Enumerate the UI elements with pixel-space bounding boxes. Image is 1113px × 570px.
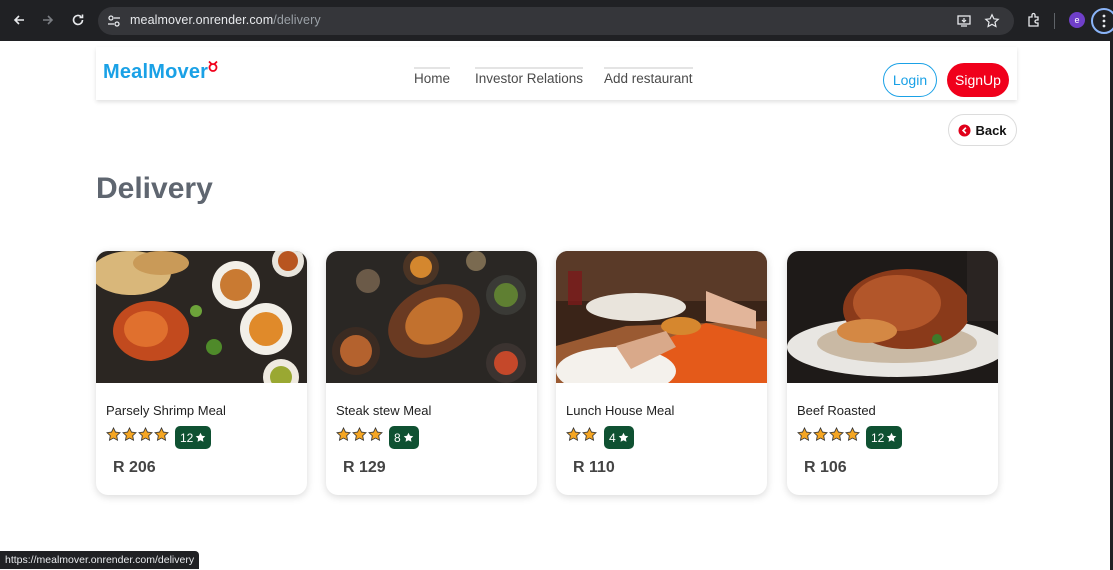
meal-title: Beef Roasted (797, 403, 876, 418)
meal-card[interactable]: Beef Roasted 12 R 106 (787, 251, 998, 495)
profile-avatar[interactable]: e (1069, 12, 1085, 28)
rating-star-icon (138, 427, 153, 442)
rating-star-icon (106, 427, 121, 442)
rating-star-icon (845, 427, 860, 442)
rating-stars (336, 427, 383, 442)
url-path: /delivery (273, 13, 321, 27)
signup-button[interactable]: SignUp (947, 63, 1009, 97)
meal-price: R 110 (573, 459, 615, 476)
rating-star-icon (368, 427, 383, 442)
star-icon (403, 432, 413, 442)
url-host: mealmover.onrender.com (130, 13, 274, 27)
nav-link-home[interactable]: Home (414, 67, 451, 86)
rating-star-icon (582, 427, 597, 442)
meal-card[interactable]: Steak stew Meal 8 R 129 (326, 251, 537, 495)
rating-stars (566, 427, 597, 442)
rating-star-icon (566, 427, 581, 442)
star-icon (618, 432, 628, 442)
review-count: 12 (180, 430, 194, 445)
page-title: Delivery (96, 172, 213, 205)
reload-icon[interactable] (67, 9, 89, 31)
rating-star-icon (154, 427, 169, 442)
site-logo[interactable]: MealMover (103, 61, 208, 84)
meal-price: R 106 (804, 459, 847, 476)
toolbar-divider (1054, 13, 1055, 29)
rating-star-icon (352, 427, 367, 442)
review-count: 8 (394, 430, 401, 445)
site-info-icon[interactable] (106, 13, 122, 29)
page-content: MealMover Home Investor Relations Add re… (0, 41, 1113, 570)
meal-photo (326, 251, 537, 383)
rating-star-icon (813, 427, 828, 442)
meal-price: R 129 (343, 459, 386, 476)
site-navbar: MealMover Home Investor Relations Add re… (96, 47, 1017, 100)
login-button[interactable]: Login (883, 63, 937, 97)
review-count-badge: 4 (604, 426, 634, 449)
star-icon (196, 432, 206, 442)
rating-stars (797, 427, 860, 442)
url-text[interactable]: mealmover.onrender.com/delivery (130, 13, 321, 27)
review-count: 12 (871, 430, 885, 445)
meal-title: Steak stew Meal (336, 403, 432, 418)
meal-card[interactable]: Parsely Shrimp Meal 12 R 206 (96, 251, 307, 495)
star-icon (887, 432, 897, 442)
rating-stars (106, 427, 169, 442)
review-count-badge: 8 (389, 426, 419, 449)
meal-title: Lunch House Meal (566, 403, 675, 418)
address-bar[interactable]: mealmover.onrender.com/delivery (98, 7, 1014, 35)
browser-toolbar: mealmover.onrender.com/delivery e (0, 0, 1113, 41)
nav-link-investor-relations[interactable]: Investor Relations (475, 67, 584, 86)
browser-menu-icon[interactable] (1091, 8, 1113, 34)
bookmark-star-icon[interactable] (984, 13, 1000, 29)
circle-arrow-left-icon (958, 123, 971, 137)
meal-photo (96, 251, 307, 383)
meal-photo (787, 251, 998, 383)
review-count: 4 (609, 430, 616, 445)
meal-price: R 206 (113, 459, 156, 476)
review-count-badge: 12 (175, 426, 212, 449)
install-app-icon[interactable] (956, 13, 972, 29)
extensions-icon[interactable] (1025, 11, 1043, 29)
status-bar-url: https://mealmover.onrender.com/delivery (0, 551, 200, 569)
rating-star-icon (829, 427, 844, 442)
nav-link-add-restaurant[interactable]: Add restaurant (604, 67, 693, 86)
forward-arrow-icon[interactable] (37, 9, 59, 31)
meal-title: Parsely Shrimp Meal (106, 403, 226, 418)
back-arrow-icon[interactable] (8, 9, 30, 31)
back-button[interactable]: Back (948, 114, 1017, 146)
logo-mark-icon (208, 60, 218, 72)
meal-card[interactable]: Lunch House Meal 4 R 110 (556, 251, 767, 495)
meal-photo (556, 251, 767, 383)
rating-star-icon (122, 427, 137, 442)
back-button-label: Back (975, 122, 1007, 138)
rating-star-icon (797, 427, 812, 442)
rating-star-icon (336, 427, 351, 442)
review-count-badge: 12 (866, 426, 903, 449)
